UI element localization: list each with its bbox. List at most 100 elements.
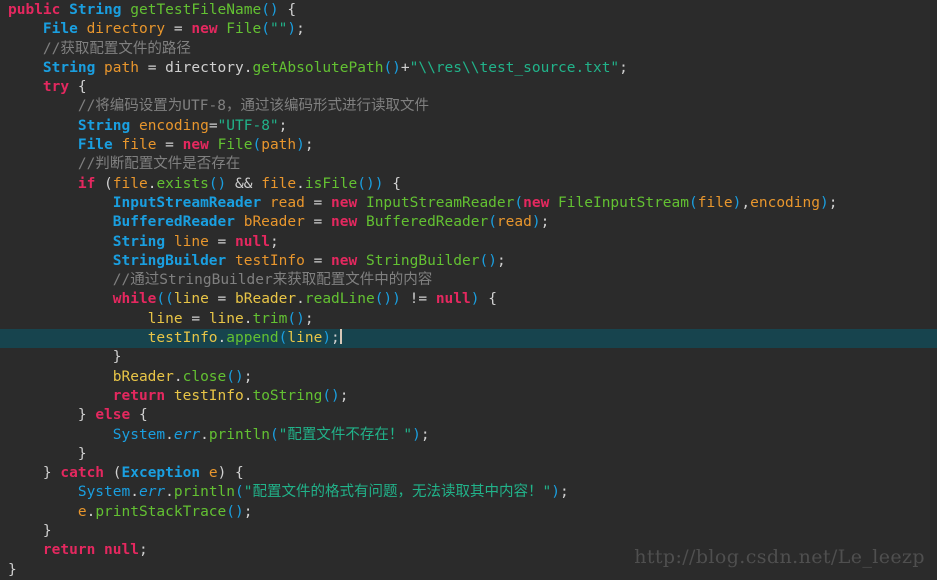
code-token: "": [269, 21, 288, 38]
code-token: }: [8, 349, 122, 366]
code-token: (): [287, 310, 305, 327]
code-token: bReader: [112, 368, 174, 385]
code-token: !=: [400, 291, 436, 308]
code-token: =: [304, 252, 332, 269]
code-line[interactable]: File file = new File(path);: [0, 136, 937, 155]
code-token: (: [514, 194, 524, 211]
code-line[interactable]: String path = directory.getAbsolutePath(…: [0, 59, 937, 78]
code-token: file: [121, 137, 157, 154]
code-token: =: [208, 233, 236, 250]
code-token: line: [287, 330, 323, 347]
code-token: line: [147, 310, 183, 327]
code-line[interactable]: BufferedReader bReader = new BufferedRea…: [0, 213, 937, 232]
code-token: ): [322, 330, 332, 347]
code-line[interactable]: String encoding="UTF-8";: [0, 117, 937, 136]
code-line[interactable]: String line = null;: [0, 233, 937, 252]
code-token: ;: [296, 21, 305, 38]
code-line[interactable]: System.err.println("配置文件的格式有问题，无法读取其中内容！…: [0, 483, 937, 502]
code-line[interactable]: }: [0, 445, 937, 464]
code-token: bReader: [243, 214, 305, 231]
code-line[interactable]: System.err.println("配置文件不存在！");: [0, 426, 937, 445]
code-line[interactable]: } else {: [0, 406, 937, 425]
code-line[interactable]: e.printStackTrace();: [0, 503, 937, 522]
code-token: (): [226, 503, 244, 520]
code-token: .: [130, 484, 139, 501]
code-token: ;: [278, 117, 288, 134]
code-line[interactable]: }: [0, 522, 937, 541]
code-token: return: [42, 542, 96, 559]
code-editor[interactable]: public String getTestFileName() { File d…: [0, 0, 937, 578]
code-line[interactable]: line = line.trim();: [0, 310, 937, 329]
code-token: }: [8, 523, 52, 540]
code-token: ;: [331, 330, 340, 347]
code-token: e: [208, 465, 218, 482]
code-line[interactable]: bReader.close();: [0, 368, 937, 387]
code-token: catch: [60, 465, 105, 482]
code-token: ): [296, 137, 305, 154]
code-line[interactable]: //判断配置文件是否存在: [0, 155, 937, 174]
code-lines-container[interactable]: public String getTestFileName() { File d…: [0, 0, 937, 580]
code-token: file: [261, 175, 297, 192]
code-line[interactable]: //获取配置文件的路径: [0, 40, 937, 59]
code-token: .: [217, 330, 227, 347]
code-token: if: [77, 175, 96, 192]
code-token: (: [261, 21, 270, 38]
code-line[interactable]: if (file.exists() && file.isFile()) {: [0, 175, 937, 194]
code-token: file: [112, 175, 148, 192]
code-token: getTestFileName: [130, 2, 262, 18]
code-token: new: [182, 137, 209, 154]
code-token: .: [165, 426, 174, 443]
code-line[interactable]: File directory = new File("");: [0, 20, 937, 39]
code-token: close: [182, 368, 227, 385]
code-line[interactable]: return testInfo.toString();: [0, 387, 937, 406]
code-token: ): [551, 484, 560, 501]
code-line[interactable]: try {: [0, 78, 937, 97]
code-token: ;: [269, 233, 279, 250]
code-line[interactable]: //通过StringBuilder来获取配置文件中的内容: [0, 271, 937, 290]
code-token: trim: [252, 310, 288, 327]
code-token: ): [412, 426, 421, 443]
code-token: (: [95, 175, 113, 192]
code-token: null: [435, 291, 471, 308]
watermark-text: http://blog.csdn.net/Le_leezp: [634, 546, 925, 568]
code-token: }: [8, 445, 87, 462]
code-token: String: [77, 117, 131, 134]
code-token: (): [226, 368, 244, 385]
code-token: .: [165, 484, 174, 501]
code-token: path: [104, 59, 139, 76]
code-token: printStackTrace: [95, 503, 227, 520]
code-token: &&: [226, 175, 262, 192]
code-token: =: [208, 117, 218, 134]
code-token: System: [77, 484, 131, 501]
code-token: ;: [243, 368, 253, 385]
code-line[interactable]: public String getTestFileName() {: [0, 1, 937, 20]
code-token: return: [112, 387, 166, 404]
code-line[interactable]: testInfo.append(line);: [0, 329, 937, 349]
code-line[interactable]: InputStreamReader read = new InputStream…: [0, 194, 937, 213]
code-line[interactable]: } catch (Exception e) {: [0, 464, 937, 483]
code-line[interactable]: while((line = bReader.readLine()) != nul…: [0, 290, 937, 309]
code-line[interactable]: //将编码设置为UTF-8，通过该编码形式进行读取文件: [0, 97, 937, 116]
code-line[interactable]: }: [0, 348, 937, 367]
code-token: //通过StringBuilder来获取配置文件中的内容: [8, 272, 433, 289]
code-line[interactable]: StringBuilder testInfo = new StringBuild…: [0, 252, 937, 271]
code-token: (: [235, 484, 244, 501]
code-token: System: [112, 426, 166, 443]
code-token: err: [173, 426, 201, 443]
